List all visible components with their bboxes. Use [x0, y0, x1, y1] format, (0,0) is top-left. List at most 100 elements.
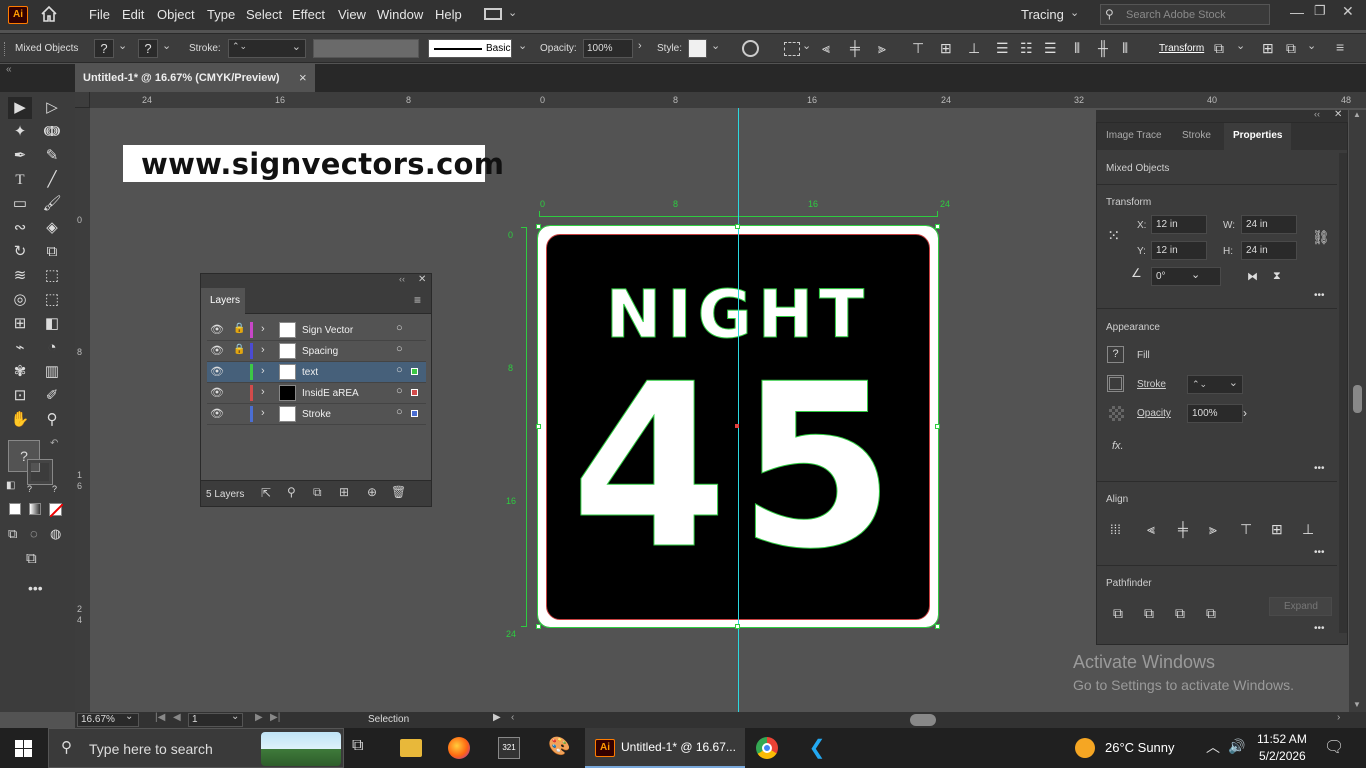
align-to-icon[interactable]	[784, 42, 800, 56]
expand-arrow-icon[interactable]: ›	[261, 407, 265, 419]
stroke-label[interactable]: Stroke	[1137, 379, 1166, 390]
horizontal-scroll-thumb[interactable]	[910, 714, 936, 726]
live-paint-tool-icon[interactable]: ⬚	[40, 289, 64, 311]
menu-select[interactable]: Select	[246, 7, 282, 22]
paint-app-icon[interactable]: 🎨	[548, 736, 570, 757]
width-input[interactable]: 24 in	[1241, 215, 1297, 234]
layer-row[interactable]: 👁 › InsidE aREA ○	[207, 383, 426, 404]
restore-button[interactable]: ❐	[1314, 3, 1326, 19]
vscode-icon[interactable]: ❮	[806, 737, 828, 759]
chevron-down-icon[interactable]: ⌄	[162, 39, 171, 52]
more-options-icon[interactable]: •••	[1314, 623, 1325, 634]
menu-file[interactable]: File	[89, 7, 110, 22]
chevron-down-icon[interactable]: ⌄	[231, 711, 239, 722]
arrange-icon[interactable]: ⊞	[1262, 40, 1274, 57]
horizontal-ruler[interactable]	[75, 92, 1366, 108]
constrain-proportions-icon[interactable]: ⛓	[1312, 229, 1330, 246]
firefox-icon[interactable]	[448, 737, 470, 759]
selection-handle[interactable]	[935, 624, 940, 629]
free-transform-tool-icon[interactable]: ⬚	[40, 265, 64, 287]
align-right-icon[interactable]: ⫸	[878, 40, 886, 57]
isolate-icon[interactable]: ⧉	[1214, 40, 1224, 57]
flip-horizontal-icon[interactable]: ⧓	[1247, 270, 1258, 283]
symbol-sprayer-tool-icon[interactable]: ✾	[8, 361, 32, 383]
recolor-artwork-icon[interactable]	[742, 40, 759, 57]
selection-indicator[interactable]	[411, 368, 418, 375]
selection-handle[interactable]	[935, 224, 940, 229]
flip-vertical-icon[interactable]: ⧗	[1273, 270, 1281, 283]
layer-row[interactable]: 👁 🔒 › Sign Vector ○	[207, 320, 426, 341]
gradient-tool-icon[interactable]: ◧	[40, 313, 64, 335]
align-left-icon[interactable]: ⫷	[822, 40, 830, 57]
workspace-switcher[interactable]: Tracing	[1021, 7, 1064, 22]
align-hcenter-icon[interactable]: ╪	[850, 40, 860, 56]
eye-icon[interactable]: 👁	[210, 407, 224, 420]
notifications-icon[interactable]: 🗨	[1324, 737, 1344, 757]
magic-wand-tool-icon[interactable]: ✦	[8, 121, 32, 143]
expand-button[interactable]: Expand	[1269, 597, 1332, 616]
scroll-left-icon[interactable]: ‹	[511, 712, 514, 723]
scroll-down-icon[interactable]: ▼	[1353, 700, 1361, 709]
rotate-tool-icon[interactable]: ↻	[8, 241, 32, 263]
eyedropper-tool-icon[interactable]: ⌁	[8, 337, 32, 359]
close-panel-icon[interactable]: ✕	[418, 274, 426, 285]
target-icon[interactable]: ○	[396, 322, 403, 334]
mesh-tool-icon[interactable]: ⊞	[8, 313, 32, 335]
minimize-button[interactable]: —	[1290, 4, 1304, 20]
file-explorer-icon[interactable]	[400, 739, 422, 757]
scale-tool-icon[interactable]: ⧉	[40, 241, 64, 263]
collapse-panel-icon[interactable]: ‹‹	[399, 274, 405, 284]
stroke-weight-stepper[interactable]: ⌃⌄ ⌄	[228, 39, 306, 58]
chrome-icon[interactable]	[756, 737, 778, 759]
chevron-down-icon[interactable]: ⌄	[518, 39, 527, 52]
document-tab[interactable]: Untitled-1* @ 16.67% (CMYK/Preview) ×	[75, 64, 315, 92]
menu-help[interactable]: Help	[435, 7, 462, 22]
export-icon[interactable]: ⇱	[261, 486, 271, 500]
next-artboard-icon[interactable]: ▶	[255, 712, 263, 723]
close-panel-icon[interactable]: ✕	[1334, 109, 1342, 120]
distribute-right-icon[interactable]: ⦀	[1122, 40, 1128, 57]
y-input[interactable]: 12 in	[1151, 241, 1207, 260]
menu-effect[interactable]: Effect	[292, 7, 325, 22]
task-view-icon[interactable]: ⧉	[352, 737, 363, 755]
reference-point-icon[interactable]: ⁙	[1107, 226, 1120, 246]
menu-object[interactable]: Object	[157, 7, 195, 22]
align-left-icon[interactable]: ⫷	[1147, 521, 1155, 538]
selection-handle[interactable]	[935, 424, 940, 429]
distribute-hcenter-icon[interactable]: ╫	[1098, 40, 1108, 56]
direct-selection-tool-icon[interactable]: ▷	[40, 97, 64, 119]
selection-tool-icon[interactable]: ▶	[8, 97, 32, 119]
more-tools-icon[interactable]: •••	[28, 580, 43, 596]
artboard-tool-icon[interactable]: ⊡	[8, 385, 32, 407]
vertical-guide[interactable]	[738, 108, 739, 712]
clipping-mask-icon[interactable]: ⧉	[313, 485, 322, 500]
stroke-weight-input[interactable]: ⌃⌄ ⌄	[1187, 375, 1243, 394]
close-window-button[interactable]: ✕	[1342, 3, 1354, 20]
graphic-style-swatch[interactable]	[688, 39, 707, 58]
scroll-up-icon[interactable]: ▲	[1353, 110, 1361, 119]
align-vcenter-icon[interactable]: ⊞	[1271, 521, 1283, 538]
tray-chevron-icon[interactable]: ︿	[1206, 737, 1220, 757]
lock-icon[interactable]: 🔒	[233, 323, 245, 334]
scroll-thumb[interactable]	[1353, 385, 1362, 413]
chevron-down-icon[interactable]: ⌄	[125, 711, 133, 722]
expand-arrow-icon[interactable]: ›	[261, 323, 265, 335]
status-menu-icon[interactable]: ▶	[493, 712, 501, 723]
shaper-tool-icon[interactable]: ∾	[8, 217, 32, 239]
target-icon[interactable]: ○	[396, 343, 403, 355]
scroll-right-icon[interactable]: ›	[1337, 712, 1340, 723]
opacity-input[interactable]: 100%	[583, 39, 633, 58]
variable-width-profile[interactable]	[313, 39, 419, 58]
rectangle-tool-icon[interactable]: ▭	[8, 193, 32, 215]
menu-type[interactable]: Type	[207, 7, 235, 22]
lock-icon[interactable]: 🔒	[233, 344, 245, 355]
chevron-right-icon[interactable]: ›	[638, 40, 642, 52]
menu-edit[interactable]: Edit	[122, 7, 144, 22]
eye-icon[interactable]: 👁	[210, 344, 224, 357]
transform-link[interactable]: Transform	[1159, 43, 1204, 54]
lasso-tool-icon[interactable]: ↈ	[40, 121, 64, 143]
align-top-icon[interactable]: ⊤	[1240, 521, 1252, 538]
close-tab-icon[interactable]: ×	[299, 70, 307, 85]
prev-artboard-icon[interactable]: ◀	[173, 712, 181, 723]
tab-image-trace[interactable]: Image Trace	[1106, 130, 1162, 141]
